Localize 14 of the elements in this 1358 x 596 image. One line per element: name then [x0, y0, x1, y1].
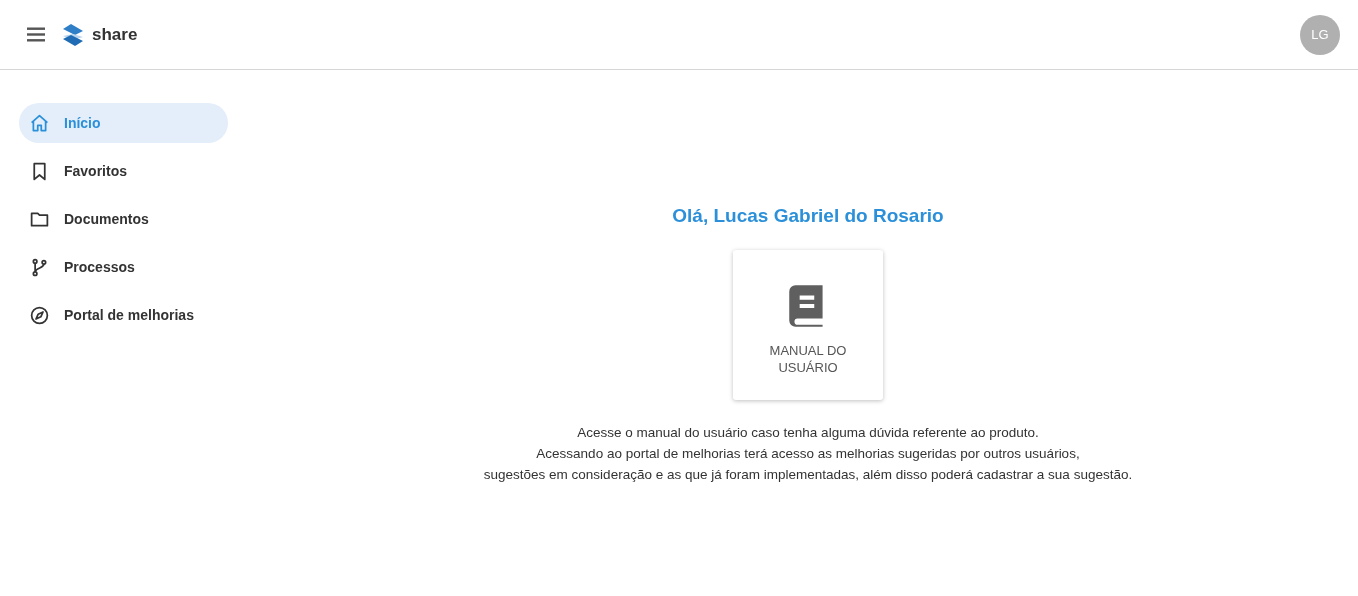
- description-text: sugestões em consideração e as que já foram implementadas, além disso poderá cadastrar a sua sugestão.: [483, 466, 1133, 484]
- logo-text: share: [92, 24, 138, 45]
- home-icon: [29, 112, 50, 134]
- sidebar-item[interactable]: Portal de melhorias: [19, 295, 228, 335]
- logo-icon: [61, 21, 85, 48]
- sidebar-item[interactable]: Favoritos: [19, 151, 228, 191]
- compass-icon: [29, 304, 50, 326]
- description-text: Acesse o manual do usuário caso tenha alguma dúvida referente ao produto.: [576, 424, 1040, 442]
- manual-card[interactable]: MANUAL DO USUÁRIO: [733, 250, 883, 400]
- greeting-heading: Olá, Lucas Gabriel do Rosario: [672, 204, 944, 228]
- description-text: Acessando ao portal de melhorias terá acesso as melhorias sugeridas por outros usuários,: [535, 445, 1081, 463]
- sidebar-item[interactable]: Documentos: [19, 199, 228, 239]
- sidebar-item[interactable]: Processos: [19, 247, 228, 287]
- menu-icon[interactable]: [27, 27, 45, 42]
